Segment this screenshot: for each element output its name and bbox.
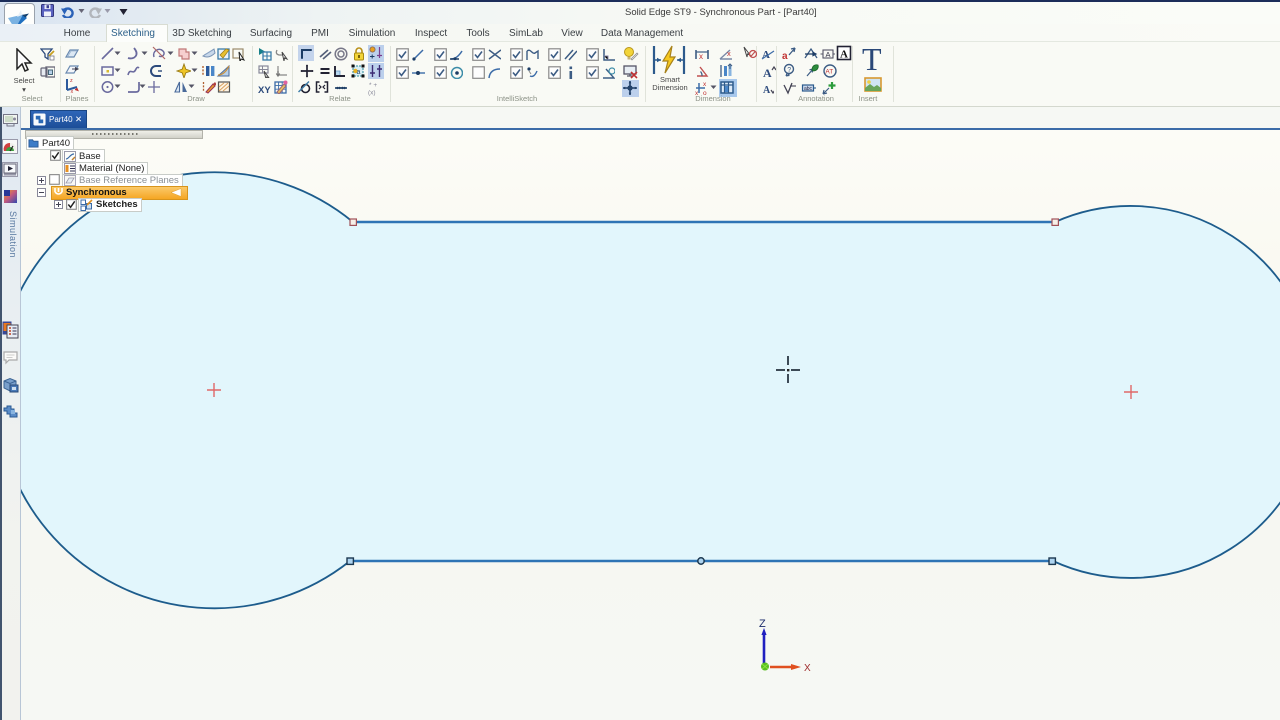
svg-text:z: z <box>70 78 73 84</box>
svg-text:A: A <box>763 85 771 94</box>
svg-text:abc: abc <box>804 86 813 92</box>
svg-text:A: A <box>826 50 831 59</box>
svg-text:AT: AT <box>825 69 833 76</box>
svg-text:T: T <box>862 44 882 74</box>
svg-text:a: a <box>357 69 361 76</box>
svg-text:x: x <box>703 81 707 88</box>
svg-text:x: x <box>699 52 703 61</box>
svg-text:a: a <box>782 51 788 61</box>
svg-text:XY: XY <box>258 85 271 93</box>
svg-text:x: x <box>71 89 74 93</box>
svg-text:X: X <box>804 663 811 674</box>
svg-text:Z: Z <box>759 618 766 630</box>
svg-text:x: x <box>727 49 731 58</box>
svg-text:* +: * + <box>369 82 377 89</box>
svg-text:A: A <box>840 49 848 61</box>
svg-text:(x): (x) <box>368 90 376 97</box>
svg-text:A: A <box>763 66 772 79</box>
